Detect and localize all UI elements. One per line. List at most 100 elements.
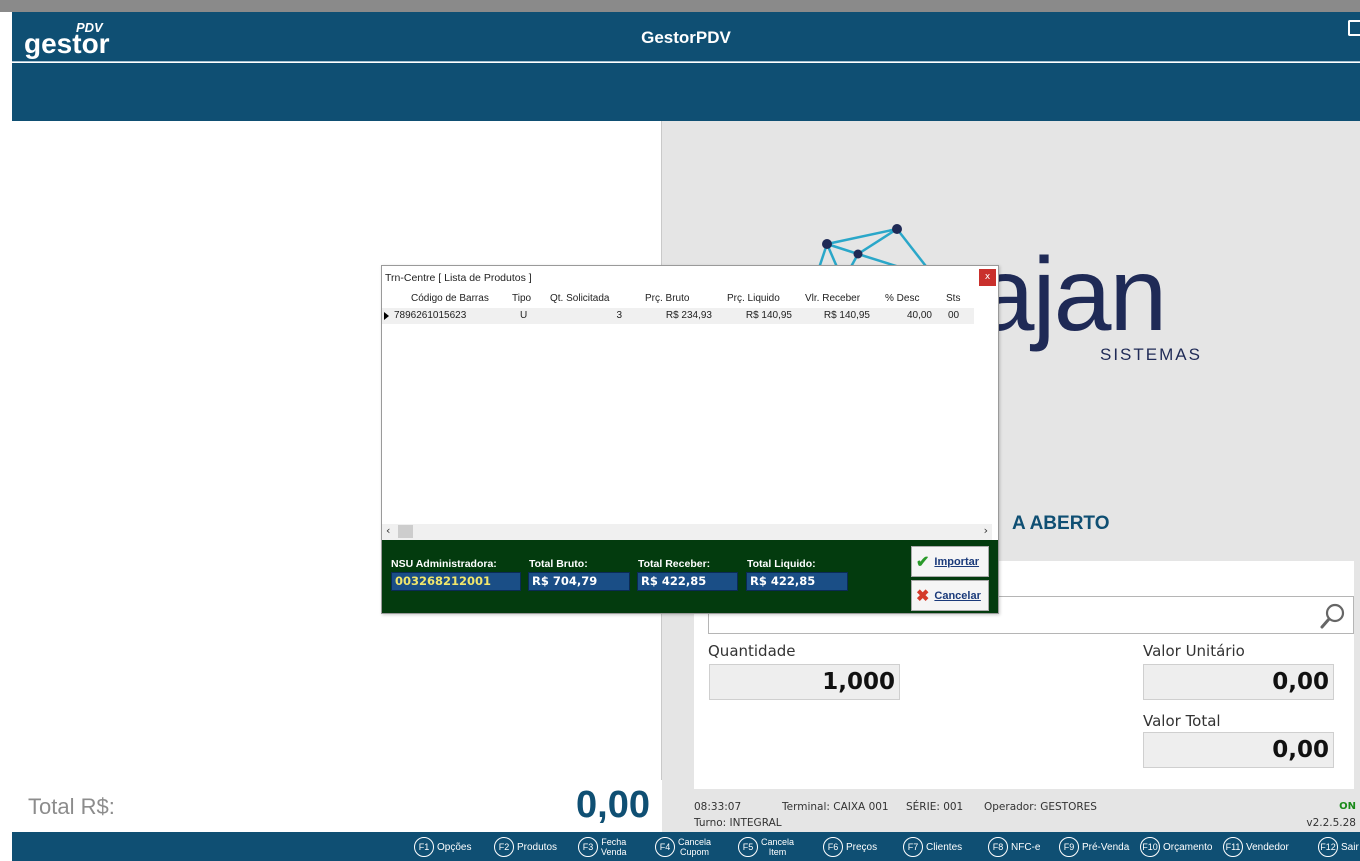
f12-key-icon: F12 (1318, 837, 1338, 857)
f5-key-icon: F5 (738, 837, 758, 857)
total-label: Total R$: (28, 794, 115, 819)
caixa-status-text: A ABERTO (1012, 513, 1110, 534)
fkey-f9-pre-venda[interactable]: F9 Pré-Venda (1059, 836, 1129, 858)
valor-total-label: Valor Total (1143, 712, 1221, 730)
check-icon: ✔ (916, 553, 930, 571)
total-value: 0,00 (576, 784, 650, 826)
fkey-label: Cancela Cupom (678, 837, 712, 857)
scroll-right-icon[interactable]: › (984, 524, 988, 537)
turno-text: Turno: INTEGRAL (694, 817, 782, 829)
f4-key-icon: F4 (655, 837, 675, 857)
col-header[interactable]: % Desc (885, 293, 919, 304)
fkey-label: Orçamento (1163, 841, 1213, 853)
fkey-f4-cancela-cupom[interactable]: F4 Cancela Cupom (655, 836, 711, 858)
function-keys-bar: F1 Opções F2 Produtos F3 Fecha Venda F4 C… (12, 832, 1360, 861)
dialog-totals-footer: NSU Administradora: 003268212001 Total B… (382, 540, 998, 613)
fkey-label: Vendedor (1246, 841, 1289, 853)
importar-button[interactable]: ✔ Importar (911, 546, 989, 577)
fkey-label: Fecha Venda (601, 837, 627, 857)
fkey-label: Produtos (517, 841, 558, 853)
valor-total-field: 0,00 (1143, 732, 1334, 768)
fkey-f10-orcamento[interactable]: F10 Orçamento (1140, 836, 1212, 858)
search-icon[interactable] (1319, 602, 1347, 630)
product-list-dialog: Trn-Centre [ Lista de Produtos ] x Códig… (381, 265, 999, 614)
fkey-f2-produtos[interactable]: F2 Produtos (494, 836, 557, 858)
app-title: GestorPDV (641, 28, 731, 47)
col-header[interactable]: Sts (946, 293, 960, 304)
cancelar-button[interactable]: ✖ Cancelar (911, 580, 989, 611)
horizontal-scrollbar[interactable]: ‹ › (382, 524, 992, 540)
nsu-field[interactable]: 003268212001 (391, 572, 521, 591)
f9-key-icon: F9 (1059, 837, 1079, 857)
f10-key-icon: F10 (1140, 837, 1160, 857)
nsu-label: NSU Administradora: (391, 558, 497, 570)
quantidade-field[interactable]: 1,000 (709, 664, 900, 700)
fkey-f6-precos[interactable]: F6 Preços (823, 836, 877, 858)
cell-sts: 00 (948, 310, 960, 321)
cell-qt: 3 (616, 310, 622, 321)
total-bruto-label: Total Bruto: (529, 558, 588, 570)
window-control-icon[interactable] (1348, 20, 1360, 36)
close-x-icon: ✖ (916, 587, 930, 605)
col-header[interactable]: Código de Barras (411, 293, 489, 304)
f2-key-icon: F2 (494, 837, 514, 857)
col-header[interactable]: Prç. Bruto (645, 293, 689, 304)
f7-key-icon: F7 (903, 837, 923, 857)
fkey-f11-vendedor[interactable]: F11 Vendedor (1223, 836, 1289, 858)
importar-label: Importar (934, 555, 980, 568)
table-row[interactable]: 7896261015623 U 3 R$ 234,93 R$ 140,95 R$… (382, 308, 974, 324)
fkey-f12-sair[interactable]: F12 Sair (1318, 836, 1359, 858)
clock-text: 08:33:07 (694, 801, 742, 813)
total-receber-label: Total Receber: (638, 558, 711, 570)
version-text: v2.2.5.28 (1306, 817, 1356, 829)
valor-unitario-field: 0,00 (1143, 664, 1334, 700)
fkey-label: Clientes (926, 841, 963, 853)
fkey-f7-clientes[interactable]: F7 Clientes (903, 836, 962, 858)
quantidade-label: Quantidade (708, 642, 796, 660)
cell-desc: 40,00 (906, 310, 932, 321)
cancelar-label: Cancelar (934, 589, 981, 602)
valor-unitario-label: Valor Unitário (1143, 642, 1245, 660)
fkey-label: NFC-e (1011, 841, 1041, 853)
fkey-f3-fecha-venda[interactable]: F3 Fecha Venda (578, 836, 627, 858)
close-icon[interactable]: x (979, 269, 996, 286)
operador-text: Operador: GESTORES (984, 801, 1097, 813)
f3-key-icon: F3 (578, 837, 598, 857)
connection-status: ON (1339, 801, 1356, 812)
cell-codigo: 7896261015623 (394, 310, 467, 321)
cell-tipo: U (520, 310, 528, 321)
fkey-f5-cancela-item[interactable]: F5 Cancela Item (738, 836, 794, 858)
grid-header-row: Código de Barras Tipo Qt. Solicitada Prç… (382, 291, 974, 307)
app-header: gestor PDV GestorPDV (12, 12, 1360, 62)
cell-receber: R$ 140,95 (823, 310, 870, 321)
fkey-label: Pré-Venda (1082, 841, 1130, 853)
col-header[interactable]: Vlr. Receber (805, 293, 860, 304)
fkey-f8-nfce[interactable]: F8 NFC-e (988, 836, 1040, 858)
f11-key-icon: F11 (1223, 837, 1243, 857)
header-subbar (12, 63, 1360, 121)
dialog-title: Trn-Centre [ Lista de Produtos ] (385, 272, 532, 284)
terminal-text: Terminal: CAIXA 001 (782, 801, 889, 813)
col-header[interactable]: Tipo (512, 293, 531, 304)
cell-bruto: R$ 234,93 (665, 310, 712, 321)
brand-subtitle: SISTEMAS (1100, 345, 1202, 364)
total-liquido-label: Total Liquido: (747, 558, 816, 570)
scroll-left-icon[interactable]: ‹ (386, 524, 390, 537)
f6-key-icon: F6 (823, 837, 843, 857)
f8-key-icon: F8 (988, 837, 1008, 857)
status-info-bar: 08:33:07 Terminal: CAIXA 001 SÉRIE: 001 … (694, 793, 1360, 832)
row-indicator-icon (384, 312, 389, 320)
col-header[interactable]: Qt. Solicitada (550, 293, 609, 304)
serie-text: SÉRIE: 001 (906, 801, 964, 813)
scroll-thumb[interactable] (398, 525, 413, 538)
fkey-label: Sair (1341, 841, 1359, 853)
fkey-label: Cancela Item (761, 837, 795, 857)
total-liquido-field: R$ 422,85 (746, 572, 848, 591)
total-receber-field: R$ 422,85 (637, 572, 738, 591)
col-header[interactable]: Prç. Liquido (727, 293, 780, 304)
total-bruto-field: R$ 704,79 (528, 572, 630, 591)
fkey-f1-opcoes[interactable]: F1 Opções (414, 836, 471, 858)
fkey-label: Opções (437, 841, 472, 853)
fkey-label: Preços (846, 841, 878, 853)
f1-key-icon: F1 (414, 837, 434, 857)
